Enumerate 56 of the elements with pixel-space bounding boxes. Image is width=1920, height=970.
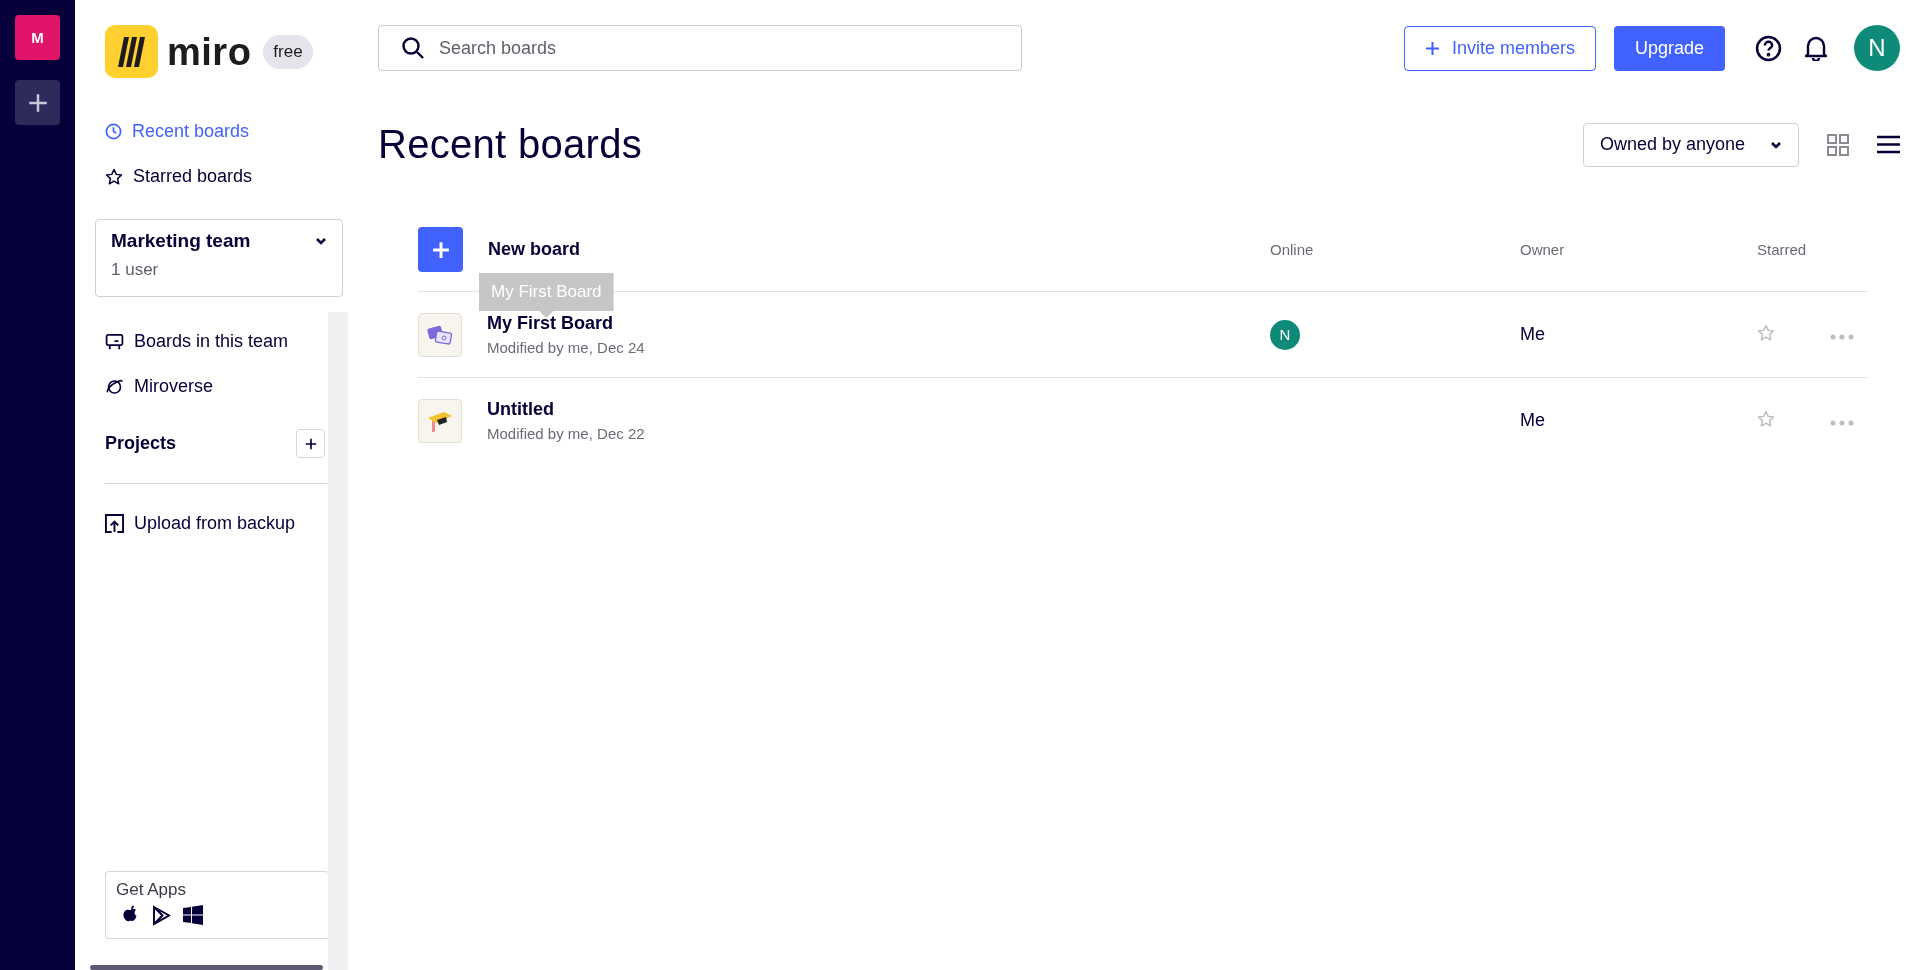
column-header: Owner — [1520, 241, 1565, 258]
team-selector[interactable]: Marketing team 1 user — [95, 219, 343, 297]
plus-icon — [304, 437, 317, 450]
column-header: Online — [1270, 241, 1314, 258]
plus-icon — [27, 92, 48, 113]
projects-heading: Projects — [105, 433, 177, 454]
chevron-down-icon — [1770, 140, 1782, 149]
sidebar-item[interactable]: Recent boards — [105, 121, 328, 142]
column-header: Starred — [1757, 241, 1807, 258]
online-user-avatar: N — [1270, 319, 1300, 350]
get-apps-title: Get Apps — [116, 880, 187, 900]
notification-bell-icon[interactable] — [1804, 35, 1828, 61]
search-icon — [402, 37, 424, 59]
owner-name: Me — [1520, 410, 1545, 430]
windows-icon[interactable] — [183, 905, 203, 925]
board-thumbnail[interactable] — [418, 312, 462, 357]
star-icon — [105, 167, 123, 186]
add-workspace-button[interactable] — [15, 80, 60, 125]
logo-wordmark: miro — [167, 32, 252, 71]
modified-date: Modified by me, Dec 22 — [487, 425, 645, 442]
logo-icon — [105, 25, 158, 78]
cards-icon — [426, 323, 454, 346]
sidebar-item[interactable]: Boards in this team — [105, 331, 328, 352]
owner-filter-dropdown[interactable]: Owned by anyone — [1583, 122, 1799, 167]
list-view-button[interactable] — [1877, 135, 1900, 154]
owner-name: Me — [1520, 324, 1545, 344]
upload-icon — [105, 514, 124, 533]
upgrade-button[interactable]: Upgrade — [1613, 25, 1725, 71]
board-thumbnail[interactable] — [418, 398, 462, 443]
invite-members-button[interactable]: Invite members — [1403, 25, 1596, 71]
star-icon[interactable] — [1757, 323, 1775, 342]
plus-icon — [1424, 40, 1440, 56]
plan-badge: free — [263, 34, 313, 69]
add-project-button[interactable] — [296, 429, 325, 458]
help-icon[interactable] — [1755, 34, 1782, 62]
play-store-icon[interactable] — [152, 905, 171, 926]
sidebar-item[interactable]: Starred boards — [105, 166, 328, 187]
sidebar-item[interactable]: Miroverse — [105, 376, 328, 397]
board-name[interactable]: Untitled — [487, 399, 645, 420]
scrollbar-track[interactable] — [328, 312, 348, 970]
planet-icon — [105, 377, 124, 396]
modified-date: Modified by me, Dec 24 — [487, 339, 645, 356]
clock-icon — [105, 123, 122, 140]
page-title: Recent boards — [378, 122, 643, 167]
new-board-button[interactable] — [418, 227, 463, 272]
workspace-tile[interactable]: M — [15, 15, 60, 60]
new-board-label[interactable]: New board — [488, 239, 580, 259]
scrollbar[interactable] — [90, 965, 323, 970]
plus-icon — [431, 240, 450, 259]
search-field[interactable]: Search boards — [378, 25, 1022, 71]
user-avatar[interactable]: N — [1854, 25, 1900, 71]
board-icon — [105, 332, 124, 351]
star-icon[interactable] — [1757, 409, 1775, 428]
chevron-down-icon — [315, 237, 327, 245]
upload-link[interactable]: Upload from backup — [105, 513, 328, 534]
grid-view-button[interactable] — [1827, 133, 1849, 156]
